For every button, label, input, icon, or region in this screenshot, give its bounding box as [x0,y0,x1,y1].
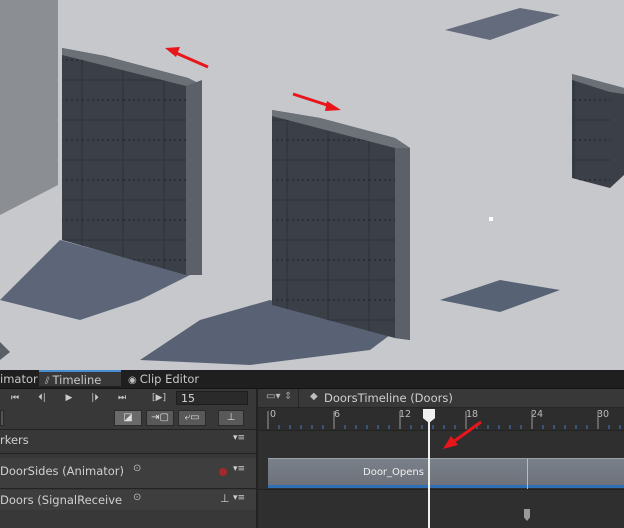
divider [0,488,256,489]
snap-toggle-button[interactable]: ⇥▢ [146,410,174,426]
clip-timeline-bar [268,485,624,488]
markers-track[interactable]: rkers ▾≡ [0,433,256,451]
time-ruler[interactable]: 0 6 12 18 24 30 [258,408,624,430]
divider [0,453,256,454]
nav-arrows-icon[interactable]: ⇕ [284,391,292,402]
clip-marker-line [527,459,528,489]
divider [0,429,256,430]
scene-render [0,0,624,370]
door-middle [272,116,395,338]
timeline-area[interactable]: ▭▾ ⇕ ◆ DoorsTimeline (Doors) 0 6 12 18 2… [258,389,624,528]
timeline-asset-label[interactable]: DoorsTimeline (Doors) [324,391,453,405]
record-icon[interactable] [219,468,227,476]
door-left [62,55,186,275]
go-to-end-button[interactable]: ⏭ [113,391,131,405]
animator-track-label: DoorSides (Animator) [0,464,125,478]
target-icon[interactable]: ⊙ [133,492,141,503]
markers-label: rkers [0,433,29,447]
animation-clip[interactable]: Door_Opens [268,458,624,489]
add-track-button[interactable] [0,410,4,426]
timeline-panel: imator ⫽ Timeline ◉ Clip Editor ⏮ ⏴︎| ▶ |⏵… [0,370,624,528]
divider [258,430,624,431]
tab-timeline[interactable]: ⫽ Timeline [39,370,121,387]
signal-track[interactable]: Doors (SignalReceive ⊙ ⊥ ▾≡ [0,490,256,510]
tab-clip-editor[interactable]: ◉ Clip Editor [128,370,218,388]
pin-button[interactable]: ⊥ [218,410,244,426]
track-menu-icon[interactable]: ▾≡ [233,464,245,474]
play-range-button[interactable]: [▶] [148,391,170,405]
signal-emitter-marker[interactable] [524,509,530,521]
curve-toggle-button[interactable]: ◪ [114,410,142,426]
divider [258,489,624,490]
signal-track-label: Doors (SignalReceive [0,493,123,507]
playhead-line [428,410,430,528]
clip-label: Door_Opens [363,467,424,478]
pin-icon[interactable]: ⊥ [220,492,230,505]
tab-animator-label: imator [0,372,38,386]
tab-bar: imator ⫽ Timeline ◉ Clip Editor [0,370,624,389]
tab-timeline-label: Timeline [52,373,102,387]
timeline-asset-icon: ◆ [310,391,318,402]
next-frame-button[interactable]: |⏵︎ [86,391,104,405]
track-options-row: ◪ ⇥▢ ⤶▭ ⊥ [0,407,256,429]
timeline-icon: ⫽ [45,376,50,387]
tab-clip-editor-label: Clip Editor [139,372,200,386]
previous-frame-button[interactable]: ⏴︎| [33,391,51,405]
frame-field[interactable]: 15 [176,391,248,405]
playback-toolbar: ⏮ ⏴︎| ▶ |⏵︎ ⏭ [▶] 15 [0,389,256,407]
go-to-start-button[interactable]: ⏮ [6,391,24,405]
ruler-ticks [267,411,621,429]
layout-icon[interactable]: ▭▾ [266,391,280,402]
track-menu-icon[interactable]: ▾≡ [233,493,245,503]
timeline-header: ▭▾ ⇕ ◆ DoorsTimeline (Doors) [258,389,624,408]
animator-track[interactable]: DoorSides (Animator) ⊙ ▾≡ [0,458,256,488]
ripple-button[interactable]: ⤶▭ [178,410,206,426]
eye-icon: ◉ [128,375,137,386]
left-pillar [0,0,58,215]
target-icon[interactable]: ⊙ [133,463,141,474]
play-button[interactable]: ▶ [60,391,78,405]
tab-animator[interactable]: imator [0,370,38,388]
scene-viewport[interactable] [0,0,624,370]
track-menu-icon[interactable]: ▾≡ [233,433,245,443]
divider [298,389,299,407]
